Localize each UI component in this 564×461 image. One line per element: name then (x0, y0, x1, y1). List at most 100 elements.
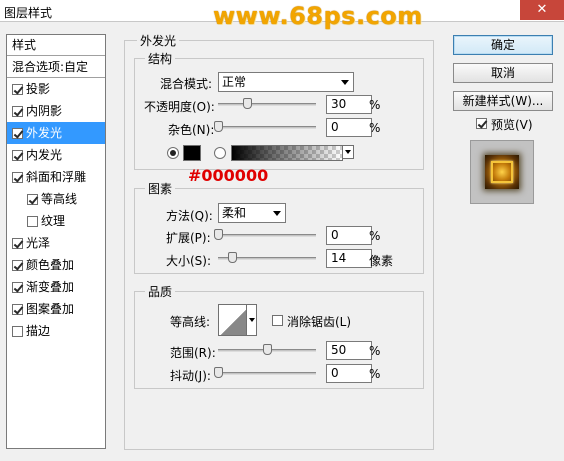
style-item-label: 颜色叠加 (26, 258, 75, 272)
glow-color-swatch[interactable] (183, 145, 201, 161)
color-annotation: #000000 (188, 166, 269, 185)
opacity-input[interactable]: 30 (326, 95, 372, 114)
style-item-checkbox[interactable] (12, 237, 23, 249)
opacity-slider-thumb[interactable] (243, 98, 253, 109)
structure-title: 结构 (145, 50, 176, 67)
contour-label: 等高线: (170, 315, 211, 329)
style-item[interactable]: 内阴影 (7, 100, 105, 122)
outer-glow-title: 外发光 (137, 32, 180, 49)
style-item-checkbox[interactable] (27, 215, 38, 227)
opacity-label: 不透明度(O): (144, 100, 215, 114)
gradient-radio[interactable] (214, 147, 226, 159)
style-item[interactable]: 投影 (7, 78, 105, 100)
new-style-button[interactable]: 新建样式(W)... (453, 91, 553, 111)
range-unit: % (369, 344, 381, 358)
anti-alias-checkbox[interactable] (272, 315, 283, 326)
style-item-checkbox[interactable] (12, 149, 23, 161)
opacity-unit: % (369, 98, 381, 112)
blend-mode-select[interactable]: 正常 (218, 72, 354, 92)
style-item-checkbox[interactable] (12, 171, 23, 183)
glow-gradient-picker[interactable] (231, 145, 343, 161)
style-item-checkbox[interactable] (12, 325, 23, 337)
preview-swatch (485, 155, 519, 189)
chevron-down-icon (273, 211, 281, 216)
style-item[interactable]: 渐变叠加 (7, 276, 105, 298)
style-item-checkbox[interactable] (12, 83, 23, 95)
size-slider-thumb[interactable] (227, 252, 237, 263)
style-item-label: 内发光 (26, 148, 63, 162)
size-unit: 像素 (369, 254, 394, 268)
spread-unit: % (369, 229, 381, 243)
style-item-label: 投影 (26, 82, 51, 96)
window-title: 图层样式 (4, 6, 53, 20)
styles-header[interactable]: 样式 (7, 35, 105, 56)
technique-label: 方法(Q): (166, 209, 213, 223)
style-item[interactable]: 等高线 (7, 188, 105, 210)
anti-alias-label: 消除锯齿(L) (287, 315, 352, 329)
style-item-label: 纹理 (41, 214, 66, 228)
styles-list-panel: 样式 混合选项:自定 投影内阴影外发光内发光斜面和浮雕等高线纹理光泽颜色叠加渐变… (6, 34, 106, 449)
style-item-label: 斜面和浮雕 (26, 170, 87, 184)
style-items: 投影内阴影外发光内发光斜面和浮雕等高线纹理光泽颜色叠加渐变叠加图案叠加描边 (7, 78, 105, 342)
preview-checkbox[interactable] (476, 118, 487, 129)
style-item-label: 渐变叠加 (26, 280, 75, 294)
jitter-unit: % (369, 367, 381, 381)
noise-label: 杂色(N): (168, 123, 215, 137)
blending-options-item[interactable]: 混合选项:自定 (7, 56, 105, 78)
style-item-checkbox[interactable] (27, 193, 38, 205)
style-item-label: 等高线 (41, 192, 78, 206)
style-item-checkbox[interactable] (12, 303, 23, 315)
contour-dropdown[interactable] (246, 304, 257, 336)
noise-unit: % (369, 121, 381, 135)
style-item-label: 内阴影 (26, 104, 63, 118)
style-item-checkbox[interactable] (12, 105, 23, 117)
color-radio[interactable] (167, 147, 179, 159)
watermark: www.68ps.com (213, 2, 423, 30)
close-button[interactable]: ✕ (520, 0, 564, 20)
quality-title: 品质 (145, 283, 176, 300)
preview-label: 预览(V) (491, 118, 533, 132)
technique-select[interactable]: 柔和 (218, 203, 286, 223)
style-item[interactable]: 图案叠加 (7, 298, 105, 320)
style-preview-thumbnail (470, 140, 534, 204)
style-item-checkbox[interactable] (12, 281, 23, 293)
style-item-label: 图案叠加 (26, 302, 75, 316)
range-input[interactable]: 50 (326, 341, 372, 360)
style-item-label: 外发光 (26, 126, 63, 140)
noise-input[interactable]: 0 (326, 118, 372, 137)
style-item[interactable]: 内发光 (7, 144, 105, 166)
range-slider-thumb[interactable] (263, 344, 272, 355)
spread-slider-track[interactable] (218, 234, 316, 237)
style-item-checkbox[interactable] (12, 259, 23, 271)
style-item[interactable]: 外发光 (7, 122, 105, 144)
blend-mode-value: 正常 (222, 75, 247, 89)
style-item[interactable]: 描边 (7, 320, 105, 342)
chevron-down-icon (341, 80, 349, 85)
style-item[interactable]: 光泽 (7, 232, 105, 254)
gradient-dropdown[interactable] (342, 145, 354, 159)
style-item[interactable]: 颜色叠加 (7, 254, 105, 276)
elements-title: 图素 (145, 180, 176, 197)
size-input[interactable]: 14 (326, 249, 372, 268)
ok-button[interactable]: 确定 (453, 35, 553, 55)
spread-slider-thumb[interactable] (214, 229, 223, 240)
technique-value: 柔和 (222, 206, 247, 220)
cancel-button[interactable]: 取消 (453, 63, 553, 83)
jitter-slider-thumb[interactable] (214, 367, 223, 378)
range-label: 范围(R): (170, 346, 216, 360)
size-label: 大小(S): (166, 254, 212, 268)
jitter-label: 抖动(J): (170, 369, 211, 383)
style-item-checkbox[interactable] (12, 127, 23, 139)
noise-slider-track[interactable] (218, 126, 316, 129)
jitter-slider-track[interactable] (218, 372, 316, 375)
spread-input[interactable]: 0 (326, 226, 372, 245)
jitter-input[interactable]: 0 (326, 364, 372, 383)
opacity-slider-track[interactable] (218, 103, 316, 106)
style-item[interactable]: 纹理 (7, 210, 105, 232)
style-item-label: 描边 (26, 324, 51, 338)
style-item-label: 光泽 (26, 236, 51, 250)
style-item[interactable]: 斜面和浮雕 (7, 166, 105, 188)
noise-slider-thumb[interactable] (214, 121, 223, 132)
blend-mode-label: 混合模式: (160, 77, 213, 91)
spread-label: 扩展(P): (166, 231, 211, 245)
